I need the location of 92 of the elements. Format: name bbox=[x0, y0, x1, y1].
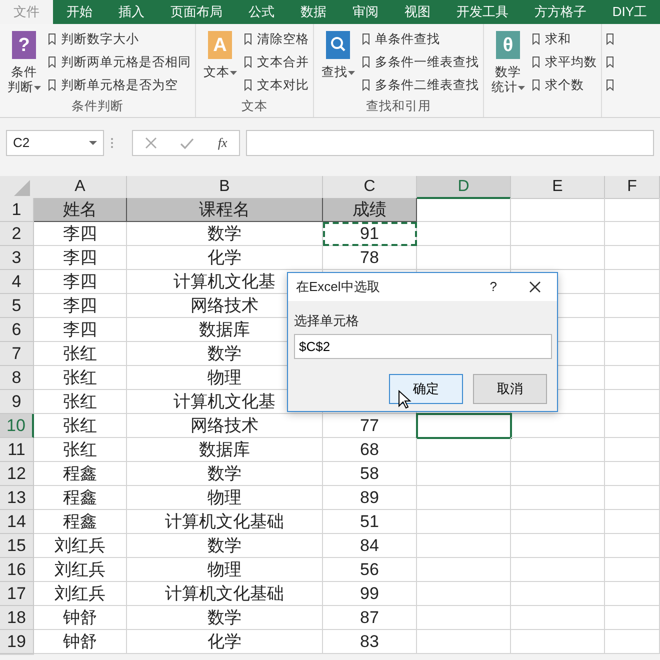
table-cell: 83 bbox=[323, 630, 417, 654]
name-box[interactable]: C2 bbox=[6, 130, 104, 156]
table-cell: 课程名 bbox=[127, 198, 323, 222]
table-cell: 钟舒 bbox=[34, 630, 127, 654]
row-header[interactable]: 17 bbox=[0, 582, 34, 606]
table-cell: 成绩 bbox=[323, 198, 417, 222]
row-header[interactable]: 14 bbox=[0, 510, 34, 534]
ribbon-tab[interactable]: 数据 bbox=[287, 0, 340, 24]
ribbon-tab[interactable]: 方方格子 bbox=[521, 0, 600, 24]
book-icon: A bbox=[208, 31, 232, 59]
dialog-button[interactable]: 取消 bbox=[473, 374, 547, 404]
row-header[interactable]: 6 bbox=[0, 318, 34, 342]
ribbon-large-button[interactable]: θ 数学统计 bbox=[488, 28, 528, 97]
caret-icon bbox=[34, 86, 40, 90]
cancel-icon[interactable] bbox=[144, 137, 157, 149]
input-field[interactable]: $C$2 bbox=[294, 334, 552, 358]
bookmark-icon bbox=[606, 33, 614, 45]
row-header[interactable]: 8 bbox=[0, 366, 34, 390]
bookmark-icon bbox=[244, 33, 252, 45]
row-header[interactable]: 13 bbox=[0, 486, 34, 510]
row-header[interactable]: 10 bbox=[0, 414, 34, 438]
bookmark-icon bbox=[362, 79, 370, 91]
bookmark-icon bbox=[244, 79, 252, 91]
ribbon-item[interactable]: 判断数字大小 bbox=[48, 29, 191, 49]
ribbon-tab[interactable]: 公式 bbox=[235, 0, 288, 24]
table-cell: 姓名 bbox=[34, 198, 127, 222]
ribbon-item[interactable]: 清除空格 bbox=[244, 29, 309, 49]
ribbon-item[interactable]: 求和 bbox=[532, 29, 597, 49]
ribbon-item[interactable]: 文本对比 bbox=[244, 75, 309, 95]
ribbon-tab[interactable]: DIY工 bbox=[599, 0, 660, 24]
row-header[interactable]: 19 bbox=[0, 630, 34, 654]
book-icon: ? bbox=[12, 31, 36, 59]
row-header[interactable]: 1 bbox=[0, 198, 34, 222]
row-header[interactable]: 9 bbox=[0, 390, 34, 414]
active-cell[interactable] bbox=[417, 414, 511, 438]
row-header[interactable]: 11 bbox=[0, 438, 34, 462]
row-header[interactable]: 4 bbox=[0, 270, 34, 294]
table-cell: 化学 bbox=[127, 630, 323, 654]
ribbon-item[interactable]: 判断两单元格是否相同 bbox=[48, 52, 191, 72]
ribbon-large-button[interactable]: ? 条件判断 bbox=[4, 28, 44, 97]
row-header[interactable]: 15 bbox=[0, 534, 34, 558]
formula-input[interactable] bbox=[246, 130, 654, 156]
cursor-icon bbox=[398, 390, 412, 409]
table-cell: 91 bbox=[323, 222, 417, 246]
row-header[interactable]: 16 bbox=[0, 558, 34, 582]
row-header[interactable]: 7 bbox=[0, 342, 34, 366]
ribbon-item[interactable]: 单条件查找 bbox=[362, 29, 479, 49]
bookmark-icon bbox=[48, 33, 56, 45]
caret-icon bbox=[348, 70, 354, 75]
bookmark-icon bbox=[532, 56, 540, 68]
bookmark-icon bbox=[362, 33, 370, 45]
group-title: 条件判断 bbox=[70, 98, 124, 115]
group-title: 文本 bbox=[240, 98, 268, 115]
ribbon-item[interactable]: 多条件二维表查找 bbox=[362, 75, 479, 95]
row-header[interactable]: 2 bbox=[0, 222, 34, 246]
bookmark-icon bbox=[606, 56, 614, 68]
dropdown-icon bbox=[89, 141, 97, 145]
ribbon-item[interactable]: 文本合并 bbox=[244, 52, 309, 72]
ribbon-tab[interactable]: 审阅 bbox=[339, 0, 392, 24]
ribbon-large-button[interactable]: 查找 bbox=[318, 28, 358, 97]
group-title: 查找和引用 bbox=[365, 98, 432, 115]
ribbon-tab[interactable]: 视图 bbox=[391, 0, 444, 24]
bookmark-icon bbox=[606, 79, 614, 91]
ribbon-item[interactable]: 多条件一维表查找 bbox=[362, 52, 479, 72]
check-icon[interactable] bbox=[180, 137, 194, 149]
bookmark-icon bbox=[532, 79, 540, 91]
book-icon: θ bbox=[496, 31, 520, 59]
bookmark-icon bbox=[48, 79, 56, 91]
ribbon-tab[interactable]: 开始 bbox=[53, 0, 106, 24]
ribbon-tab[interactable]: 插入 bbox=[105, 0, 158, 24]
grip-icon bbox=[110, 137, 114, 149]
caret-icon bbox=[230, 70, 236, 75]
column-header[interactable]: D bbox=[417, 176, 511, 199]
ribbon-tab[interactable]: 页面布局 bbox=[157, 0, 236, 24]
row-header[interactable]: 5 bbox=[0, 294, 34, 318]
caret-icon bbox=[518, 86, 524, 90]
bookmark-icon bbox=[48, 56, 56, 68]
bookmark-icon bbox=[362, 56, 370, 68]
row-header[interactable]: 18 bbox=[0, 606, 34, 630]
close-icon[interactable] bbox=[529, 281, 541, 293]
bookmark-icon bbox=[532, 33, 540, 45]
row-header[interactable]: 12 bbox=[0, 462, 34, 486]
row-header[interactable]: 3 bbox=[0, 246, 34, 270]
ribbon-large-button[interactable]: A 文本 bbox=[200, 28, 240, 97]
help-button[interactable]: ? bbox=[490, 277, 497, 297]
ribbon-tab[interactable]: 开发工具 bbox=[443, 0, 522, 24]
ribbon-item[interactable]: 判断单元格是否为空 bbox=[48, 75, 191, 95]
dialog-button[interactable]: 确定 bbox=[389, 374, 463, 404]
insert-function-button[interactable]: fx bbox=[218, 133, 228, 153]
ribbon-item[interactable]: 求个数 bbox=[532, 75, 597, 95]
bookmark-icon bbox=[244, 56, 252, 68]
ribbon-item[interactable]: 求平均数 bbox=[532, 52, 597, 72]
